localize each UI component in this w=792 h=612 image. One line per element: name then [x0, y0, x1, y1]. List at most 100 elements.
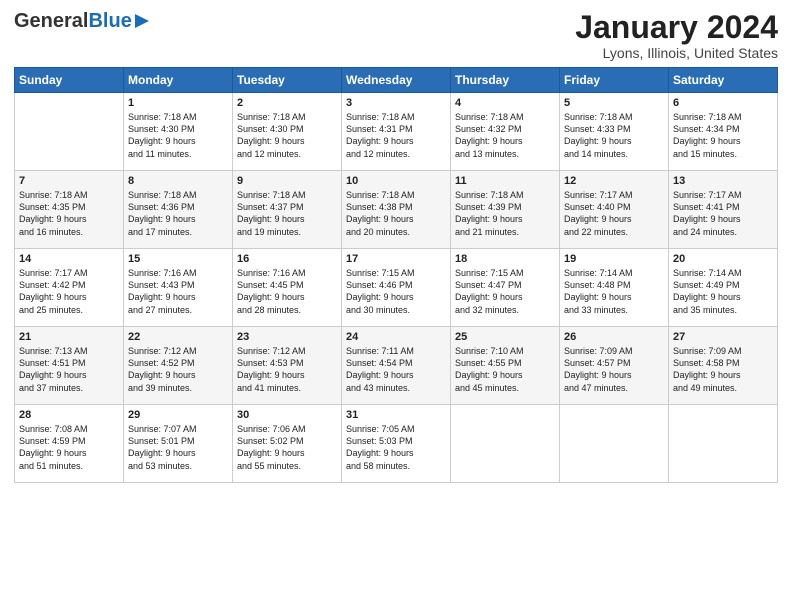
day-info: Sunrise: 7:08 AM Sunset: 4:59 PM Dayligh… [19, 423, 119, 472]
calendar-cell: 28 Sunrise: 7:08 AM Sunset: 4:59 PM Dayli… [15, 405, 124, 483]
day-number: 15 [128, 253, 228, 265]
day-info: Sunrise: 7:18 AM Sunset: 4:32 PM Dayligh… [455, 111, 555, 160]
calendar-cell [669, 405, 778, 483]
calendar-cell: 4 Sunrise: 7:18 AM Sunset: 4:32 PM Daylig… [451, 93, 560, 171]
week-row-2: 7 Sunrise: 7:18 AM Sunset: 4:35 PM Daylig… [15, 171, 778, 249]
day-info: Sunrise: 7:09 AM Sunset: 4:58 PM Dayligh… [673, 345, 773, 394]
day-info: Sunrise: 7:12 AM Sunset: 4:53 PM Dayligh… [237, 345, 337, 394]
calendar-cell [451, 405, 560, 483]
day-header-friday: Friday [560, 68, 669, 93]
day-info: Sunrise: 7:06 AM Sunset: 5:02 PM Dayligh… [237, 423, 337, 472]
day-number: 23 [237, 331, 337, 343]
day-number: 7 [19, 175, 119, 187]
week-row-1: 1 Sunrise: 7:18 AM Sunset: 4:30 PM Daylig… [15, 93, 778, 171]
week-row-3: 14 Sunrise: 7:17 AM Sunset: 4:42 PM Dayli… [15, 249, 778, 327]
day-number: 20 [673, 253, 773, 265]
day-info: Sunrise: 7:14 AM Sunset: 4:49 PM Dayligh… [673, 267, 773, 316]
day-header-thursday: Thursday [451, 68, 560, 93]
calendar-cell: 2 Sunrise: 7:18 AM Sunset: 4:30 PM Daylig… [233, 93, 342, 171]
day-info: Sunrise: 7:17 AM Sunset: 4:42 PM Dayligh… [19, 267, 119, 316]
day-header-wednesday: Wednesday [342, 68, 451, 93]
logo-arrow-icon [133, 12, 151, 30]
day-number: 4 [455, 97, 555, 109]
day-info: Sunrise: 7:15 AM Sunset: 4:46 PM Dayligh… [346, 267, 446, 316]
calendar-title: January 2024 [575, 10, 778, 45]
day-info: Sunrise: 7:18 AM Sunset: 4:33 PM Dayligh… [564, 111, 664, 160]
calendar-cell [560, 405, 669, 483]
day-info: Sunrise: 7:18 AM Sunset: 4:30 PM Dayligh… [128, 111, 228, 160]
day-info: Sunrise: 7:11 AM Sunset: 4:54 PM Dayligh… [346, 345, 446, 394]
day-number: 3 [346, 97, 446, 109]
calendar-container: GeneralBlue January 2024 Lyons, Illinois… [0, 0, 792, 612]
day-number: 25 [455, 331, 555, 343]
day-info: Sunrise: 7:15 AM Sunset: 4:47 PM Dayligh… [455, 267, 555, 316]
day-number: 17 [346, 253, 446, 265]
day-info: Sunrise: 7:18 AM Sunset: 4:36 PM Dayligh… [128, 189, 228, 238]
calendar-cell: 22 Sunrise: 7:12 AM Sunset: 4:52 PM Dayli… [124, 327, 233, 405]
calendar-cell: 21 Sunrise: 7:13 AM Sunset: 4:51 PM Dayli… [15, 327, 124, 405]
calendar-table: SundayMondayTuesdayWednesdayThursdayFrid… [14, 67, 778, 483]
day-number: 22 [128, 331, 228, 343]
calendar-cell: 25 Sunrise: 7:10 AM Sunset: 4:55 PM Dayli… [451, 327, 560, 405]
day-number: 31 [346, 409, 446, 421]
day-number: 11 [455, 175, 555, 187]
day-info: Sunrise: 7:18 AM Sunset: 4:37 PM Dayligh… [237, 189, 337, 238]
day-info: Sunrise: 7:05 AM Sunset: 5:03 PM Dayligh… [346, 423, 446, 472]
day-number: 21 [19, 331, 119, 343]
calendar-cell: 14 Sunrise: 7:17 AM Sunset: 4:42 PM Dayli… [15, 249, 124, 327]
day-number: 1 [128, 97, 228, 109]
day-number: 30 [237, 409, 337, 421]
day-header-sunday: Sunday [15, 68, 124, 93]
day-number: 2 [237, 97, 337, 109]
day-info: Sunrise: 7:18 AM Sunset: 4:39 PM Dayligh… [455, 189, 555, 238]
day-number: 14 [19, 253, 119, 265]
day-number: 19 [564, 253, 664, 265]
calendar-cell: 17 Sunrise: 7:15 AM Sunset: 4:46 PM Dayli… [342, 249, 451, 327]
calendar-cell: 23 Sunrise: 7:12 AM Sunset: 4:53 PM Dayli… [233, 327, 342, 405]
title-block: January 2024 Lyons, Illinois, United Sta… [575, 10, 778, 61]
calendar-cell: 12Sunrise: 7:17 AM Sunset: 4:40 PM Dayli… [560, 171, 669, 249]
day-info: Sunrise: 7:18 AM Sunset: 4:34 PM Dayligh… [673, 111, 773, 160]
calendar-subtitle: Lyons, Illinois, United States [575, 45, 778, 61]
calendar-cell: 10Sunrise: 7:18 AM Sunset: 4:38 PM Dayli… [342, 171, 451, 249]
calendar-cell: 24 Sunrise: 7:11 AM Sunset: 4:54 PM Dayli… [342, 327, 451, 405]
day-info: Sunrise: 7:16 AM Sunset: 4:43 PM Dayligh… [128, 267, 228, 316]
day-number: 29 [128, 409, 228, 421]
calendar-header-row: SundayMondayTuesdayWednesdayThursdayFrid… [15, 68, 778, 93]
header: GeneralBlue January 2024 Lyons, Illinois… [14, 10, 778, 61]
day-info: Sunrise: 7:14 AM Sunset: 4:48 PM Dayligh… [564, 267, 664, 316]
calendar-cell: 11 Sunrise: 7:18 AM Sunset: 4:39 PM Dayli… [451, 171, 560, 249]
calendar-cell: 31 Sunrise: 7:05 AM Sunset: 5:03 PM Dayli… [342, 405, 451, 483]
calendar-cell: 16Sunrise: 7:16 AM Sunset: 4:45 PM Dayli… [233, 249, 342, 327]
day-number: 28 [19, 409, 119, 421]
day-info: Sunrise: 7:09 AM Sunset: 4:57 PM Dayligh… [564, 345, 664, 394]
day-info: Sunrise: 7:18 AM Sunset: 4:35 PM Dayligh… [19, 189, 119, 238]
day-header-saturday: Saturday [669, 68, 778, 93]
day-number: 24 [346, 331, 446, 343]
week-row-4: 21 Sunrise: 7:13 AM Sunset: 4:51 PM Dayli… [15, 327, 778, 405]
day-header-monday: Monday [124, 68, 233, 93]
day-number: 10 [346, 175, 446, 187]
calendar-cell: 27Sunrise: 7:09 AM Sunset: 4:58 PM Dayli… [669, 327, 778, 405]
calendar-cell: 26 Sunrise: 7:09 AM Sunset: 4:57 PM Dayli… [560, 327, 669, 405]
week-row-5: 28 Sunrise: 7:08 AM Sunset: 4:59 PM Dayli… [15, 405, 778, 483]
day-number: 18 [455, 253, 555, 265]
day-number: 8 [128, 175, 228, 187]
day-info: Sunrise: 7:12 AM Sunset: 4:52 PM Dayligh… [128, 345, 228, 394]
day-info: Sunrise: 7:18 AM Sunset: 4:30 PM Dayligh… [237, 111, 337, 160]
calendar-cell: 15 Sunrise: 7:16 AM Sunset: 4:43 PM Dayli… [124, 249, 233, 327]
logo: GeneralBlue [14, 10, 151, 32]
calendar-cell: 9 Sunrise: 7:18 AM Sunset: 4:37 PM Daylig… [233, 171, 342, 249]
day-number: 26 [564, 331, 664, 343]
day-info: Sunrise: 7:10 AM Sunset: 4:55 PM Dayligh… [455, 345, 555, 394]
day-header-tuesday: Tuesday [233, 68, 342, 93]
day-info: Sunrise: 7:13 AM Sunset: 4:51 PM Dayligh… [19, 345, 119, 394]
day-info: Sunrise: 7:18 AM Sunset: 4:31 PM Dayligh… [346, 111, 446, 160]
day-number: 9 [237, 175, 337, 187]
calendar-cell: 18 Sunrise: 7:15 AM Sunset: 4:47 PM Dayli… [451, 249, 560, 327]
day-number: 6 [673, 97, 773, 109]
calendar-cell: 20 Sunrise: 7:14 AM Sunset: 4:49 PM Dayli… [669, 249, 778, 327]
day-number: 5 [564, 97, 664, 109]
day-info: Sunrise: 7:17 AM Sunset: 4:40 PM Dayligh… [564, 189, 664, 238]
calendar-cell: 7 Sunrise: 7:18 AM Sunset: 4:35 PM Daylig… [15, 171, 124, 249]
